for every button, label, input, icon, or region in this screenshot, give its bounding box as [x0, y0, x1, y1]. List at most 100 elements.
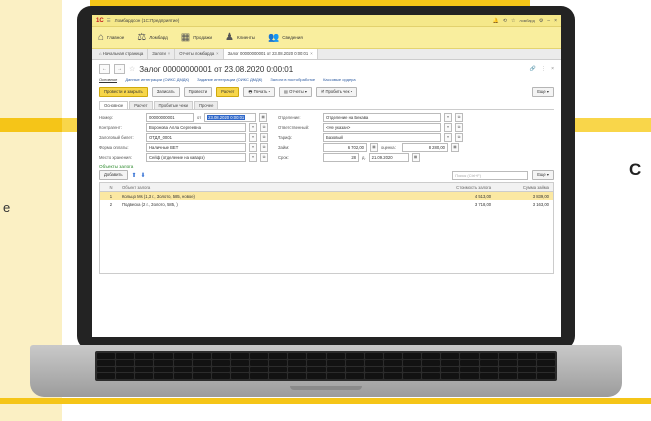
keyboard-key — [460, 373, 479, 379]
close-tab-icon[interactable]: × — [168, 51, 170, 56]
link-integration-data[interactable]: Данные интеграции (ОИКС ДМДК) — [125, 77, 189, 82]
storage-field[interactable]: Сейф (отделение на каварэ) — [146, 152, 246, 162]
link-main[interactable]: Основное — [99, 77, 118, 83]
more-vertical-icon[interactable]: ⋮ — [541, 66, 546, 72]
search-input[interactable]: Поиск (Ctrl+F) — [452, 170, 529, 180]
star-icon[interactable]: ☆ — [511, 18, 515, 24]
move-up-icon[interactable]: ⬆ — [132, 172, 137, 179]
save-button[interactable]: Записать — [151, 87, 180, 97]
tab-pledges[interactable]: Залоги × — [148, 49, 176, 59]
responsible-field[interactable]: <Не указан> — [323, 122, 441, 132]
tab-pledge-document[interactable]: Залог 00000000001 от 23.08.2020 0:00:01 × — [223, 49, 318, 59]
keyboard-key — [192, 359, 211, 366]
close-icon[interactable]: × — [554, 18, 557, 24]
keyboard-key — [288, 359, 307, 366]
link-integration-task[interactable]: Задание интеграции (ОИКС ДМДК) — [197, 77, 262, 82]
open-link-icon[interactable]: ⧉ — [260, 122, 268, 132]
menu-icon[interactable]: ☰ — [107, 18, 111, 24]
calendar-icon[interactable]: ▦ — [259, 112, 268, 122]
keyboard-key — [97, 353, 116, 359]
keyboard-key — [135, 373, 154, 379]
table-row[interactable]: 1 Кольцо Ms (1,3 г., Золото, 585, новое)… — [100, 192, 553, 200]
chevron-down-icon[interactable]: ▾ — [444, 112, 452, 122]
close-tab-icon[interactable]: × — [216, 51, 218, 56]
table-row[interactable]: 2 Подвеска (2 г., Золото, 585, ) 3 718,0… — [100, 200, 553, 208]
keyboard-key — [211, 359, 230, 366]
calendar-icon[interactable]: ▦ — [411, 152, 420, 162]
laptop-notch — [290, 386, 362, 390]
chevron-down-icon[interactable]: ▾ — [249, 142, 257, 152]
col-cost[interactable]: Стоимость залога — [411, 185, 491, 190]
link-postprocessing[interactable]: Залоги в постобработке — [270, 77, 315, 82]
open-link-icon[interactable]: ⧉ — [260, 152, 268, 162]
calculator-icon[interactable]: ▦ — [451, 142, 459, 152]
open-link-icon[interactable]: ⧉ — [260, 142, 268, 152]
minimize-icon[interactable]: – — [547, 18, 550, 24]
calculator-icon[interactable]: ▦ — [370, 142, 378, 152]
keyboard-key — [154, 353, 173, 359]
term-days-field[interactable]: 28 — [323, 152, 359, 162]
chevron-down-icon[interactable]: ▾ — [444, 122, 452, 132]
section-sales[interactable]: ▦ Продажи — [181, 32, 212, 43]
post-button[interactable]: Провести — [183, 87, 213, 97]
history-icon[interactable]: ⟲ — [503, 18, 507, 24]
more-button[interactable]: Еще ▾ — [532, 87, 554, 97]
add-button[interactable]: Добавить — [99, 170, 128, 180]
reports-button[interactable]: ▤ Отчеты ▾ — [279, 87, 312, 97]
number-field[interactable]: 00000000001 — [146, 112, 194, 122]
payment-field[interactable]: Наличные ВЕТ — [146, 142, 246, 152]
loan-field[interactable]: 6 702,00 — [323, 142, 367, 152]
user-login[interactable]: ломбард — [519, 19, 534, 23]
branch-field[interactable]: Отделение на Бекава — [323, 112, 441, 122]
table-header: N Объект залога Стоимость залога Сумма з… — [100, 183, 553, 192]
back-button[interactable]: ← — [99, 64, 110, 74]
col-n[interactable]: N — [100, 185, 122, 190]
tab-reports[interactable]: Отчеты ломбарда × — [175, 49, 224, 59]
date-field[interactable]: 23.08.2020 0:00:01 — [204, 112, 257, 122]
move-down-icon[interactable]: ⬇ — [141, 172, 146, 179]
client-field[interactable]: Воронова Алла Сергеевна — [146, 122, 246, 132]
col-object[interactable]: Объект залога — [122, 185, 411, 190]
tab-calculation[interactable]: Расчет — [129, 101, 153, 109]
tab-other[interactable]: Прочее — [194, 101, 219, 109]
tab-home[interactable]: ⌂ Начальная страница — [95, 49, 149, 59]
forward-button[interactable]: → — [114, 64, 125, 74]
branch-label: Отделение: — [278, 114, 301, 120]
chevron-down-icon[interactable]: ▾ — [249, 152, 257, 162]
tab-main[interactable]: Основное — [99, 101, 129, 109]
open-link-icon[interactable]: ⧉ — [455, 112, 463, 122]
section-info[interactable]: 👥 Сведения — [268, 33, 303, 42]
section-clients[interactable]: ♟ Клиенты — [225, 32, 255, 43]
term-date-field[interactable]: 21.09.2020 — [368, 152, 409, 162]
chevron-down-icon[interactable]: ▾ — [249, 122, 257, 132]
close-tab-icon[interactable]: × — [310, 51, 312, 56]
open-link-icon[interactable]: ⧉ — [455, 132, 463, 142]
open-link-icon[interactable]: ⧉ — [260, 132, 268, 142]
link-cash-orders[interactable]: Кассовые ордера — [323, 77, 356, 82]
bell-icon[interactable]: 🔔 — [493, 18, 499, 24]
print-button[interactable]: 🖶 Печать ▾ — [243, 87, 276, 97]
section-main[interactable]: ⌂ Главное — [98, 32, 124, 43]
chevron-down-icon[interactable]: ▾ — [444, 132, 452, 142]
keyboard-key — [383, 353, 402, 359]
ticket-field[interactable]: ОТДЛ_0001 — [146, 132, 246, 142]
keyboard-key — [517, 359, 536, 366]
open-link-icon[interactable]: ⧉ — [455, 122, 463, 132]
favorite-star-icon[interactable]: ☆ — [129, 65, 135, 73]
people-icon: 👥 — [268, 32, 280, 42]
section-pawnshop[interactable]: ⚖ Ломбард — [137, 32, 167, 43]
settings-icon[interactable]: ⚙ — [539, 18, 543, 24]
close-icon[interactable]: × — [551, 66, 554, 72]
table-more-button[interactable]: Еще ▾ — [532, 170, 554, 180]
col-amount[interactable]: Сумма займа — [491, 185, 553, 190]
calculation-button[interactable]: Расчет — [216, 87, 240, 97]
print-receipt-button[interactable]: 🗎 Пробить чек ▾ — [315, 87, 358, 97]
chevron-down-icon[interactable]: ▾ — [249, 132, 257, 142]
keyboard-key — [269, 359, 288, 366]
link-icon[interactable]: 🔗 — [530, 66, 536, 72]
estimate-field[interactable]: 8 280,00 — [402, 142, 448, 152]
tariff-field[interactable]: Базовый — [323, 132, 441, 142]
post-and-close-button[interactable]: Провести и закрыть — [99, 87, 148, 97]
tab-receipts[interactable]: Пробитые чеки — [153, 101, 194, 109]
form-tabs: Основное Расчет Пробитые чеки Прочее — [99, 100, 554, 110]
